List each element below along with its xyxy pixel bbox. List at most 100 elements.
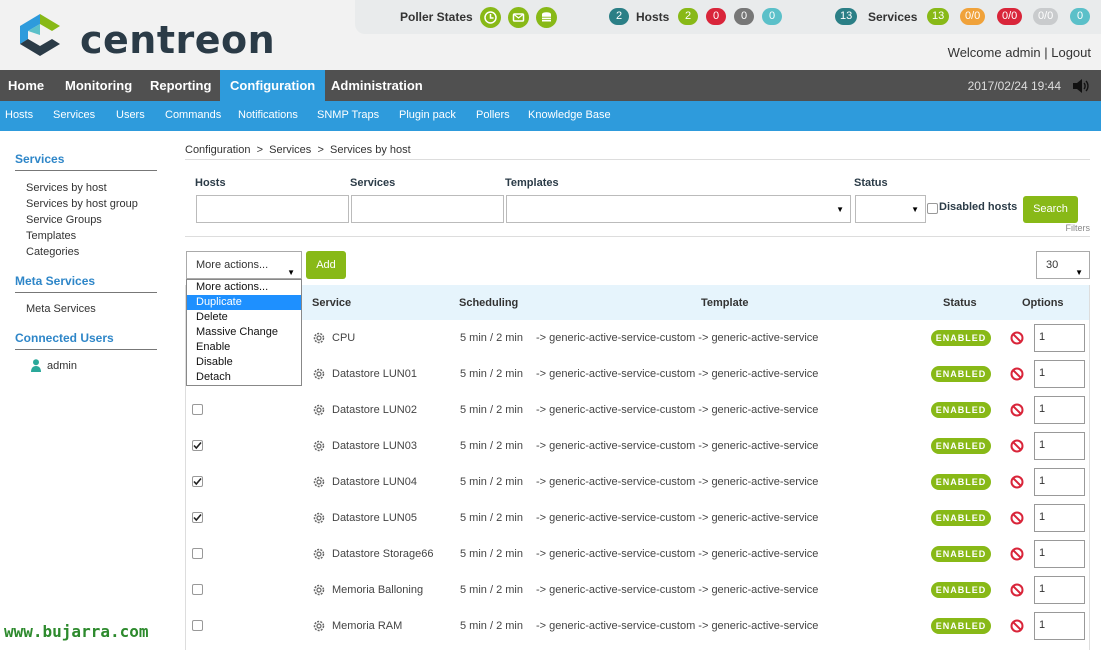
poller-database-icon[interactable] [536, 7, 557, 28]
action-option-disable[interactable]: Disable [187, 355, 301, 370]
menu-monitoring[interactable]: Monitoring [55, 70, 142, 101]
hosts-up-badge[interactable]: 2 [678, 8, 698, 25]
row-checkbox-checked[interactable] [192, 512, 203, 523]
table-row[interactable]: Memoria Balloning 5 min / 2 min -> gener… [186, 572, 1089, 608]
table-row[interactable]: Datastore LUN02 5 min / 2 min -> generic… [186, 392, 1089, 428]
disable-icon[interactable] [1010, 367, 1024, 381]
hosts-down-badge[interactable]: 0 [706, 8, 726, 25]
services-total-badge[interactable]: 13 [835, 8, 858, 25]
duplicate-count-input[interactable]: 1 [1034, 396, 1085, 424]
sidebar-item-service-groups[interactable]: Service Groups [15, 212, 157, 228]
service-name[interactable]: CPU [332, 332, 355, 344]
duplicate-count-input[interactable]: 1 [1034, 576, 1085, 604]
disable-icon[interactable] [1010, 331, 1024, 345]
row-checkbox[interactable] [192, 620, 203, 631]
service-name[interactable]: Datastore LUN03 [332, 440, 417, 452]
table-row[interactable]: Datastore LUN04 5 min / 2 min -> generic… [186, 464, 1089, 500]
poller-clock-icon[interactable] [480, 7, 501, 28]
service-name[interactable]: Datastore LUN04 [332, 476, 417, 488]
service-name[interactable]: Datastore LUN05 [332, 512, 417, 524]
service-name[interactable]: Datastore LUN02 [332, 404, 417, 416]
gear-icon[interactable] [312, 619, 326, 633]
sound-icon[interactable] [1072, 78, 1090, 94]
duplicate-count-input[interactable]: 1 [1034, 468, 1085, 496]
table-row[interactable]: Datastore Storage66 5 min / 2 min -> gen… [186, 536, 1089, 572]
submenu-knowledge-base[interactable]: Knowledge Base [528, 109, 611, 121]
add-button[interactable]: Add [306, 251, 346, 279]
table-row[interactable]: Datastore LUN01 5 min / 2 min -> generic… [186, 356, 1089, 392]
service-name[interactable]: Datastore LUN01 [332, 368, 417, 380]
sidebar-item-templates[interactable]: Templates [15, 228, 157, 244]
duplicate-count-input[interactable]: 1 [1034, 432, 1085, 460]
row-checkbox[interactable] [192, 404, 203, 415]
hosts-total-badge[interactable]: 2 [609, 8, 629, 25]
page-size-select[interactable]: 30 ▼ [1036, 251, 1090, 279]
row-checkbox-checked[interactable] [192, 476, 203, 487]
disable-icon[interactable] [1010, 439, 1024, 453]
duplicate-count-input[interactable]: 1 [1034, 504, 1085, 532]
hosts-unreachable-badge[interactable]: 0 [734, 8, 754, 25]
submenu-snmp-traps[interactable]: SNMP Traps [317, 109, 379, 121]
services-unknown-badge[interactable]: 0/0 [1033, 8, 1059, 25]
menu-home[interactable]: Home [0, 70, 54, 101]
disable-icon[interactable] [1010, 547, 1024, 561]
more-actions-select[interactable]: More actions... ▼ [186, 251, 302, 279]
sidebar-item-meta-services[interactable]: Meta Services [15, 301, 157, 317]
gear-icon[interactable] [312, 367, 326, 381]
submenu-commands[interactable]: Commands [165, 109, 221, 121]
logout-link[interactable]: Logout [1051, 45, 1091, 60]
submenu-plugin-pack[interactable]: Plugin pack [399, 109, 456, 121]
column-header-service[interactable]: Service [312, 297, 351, 309]
row-checkbox[interactable] [192, 584, 203, 595]
sidebar-item-categories[interactable]: Categories [15, 244, 157, 260]
gear-icon[interactable] [312, 439, 326, 453]
action-option-detach[interactable]: Detach [187, 370, 301, 385]
service-name[interactable]: Memoria Balloning [332, 584, 423, 596]
gear-icon[interactable] [312, 583, 326, 597]
disable-icon[interactable] [1010, 403, 1024, 417]
submenu-notifications[interactable]: Notifications [238, 109, 298, 121]
menu-configuration[interactable]: Configuration [220, 70, 326, 101]
disable-icon[interactable] [1010, 619, 1024, 633]
centreon-logo[interactable]: centreon [16, 12, 276, 62]
gear-icon[interactable] [312, 475, 326, 489]
templates-filter-select[interactable]: ▼ [506, 195, 851, 223]
duplicate-count-input[interactable]: 1 [1034, 360, 1085, 388]
service-name[interactable]: Memoria RAM [332, 620, 402, 632]
action-option-duplicate[interactable]: Duplicate [187, 295, 301, 310]
table-row[interactable]: Memoria RAM 5 min / 2 min -> generic-act… [186, 608, 1089, 644]
sidebar-item-services-by-host-group[interactable]: Services by host group [15, 196, 157, 212]
sidebar-item-user-admin[interactable]: admin [15, 358, 157, 374]
submenu-hosts[interactable]: Hosts [5, 109, 33, 121]
action-option-massive-change[interactable]: Massive Change [187, 325, 301, 340]
duplicate-count-input[interactable]: 1 [1034, 540, 1085, 568]
services-filter-input[interactable] [351, 195, 504, 223]
table-row[interactable]: CPU 5 min / 2 min -> generic-active-serv… [186, 320, 1089, 356]
disable-icon[interactable] [1010, 511, 1024, 525]
disable-icon[interactable] [1010, 475, 1024, 489]
hosts-pending-badge[interactable]: 0 [762, 8, 782, 25]
gear-icon[interactable] [312, 331, 326, 345]
service-name[interactable]: Datastore Storage66 [332, 548, 434, 560]
gear-icon[interactable] [312, 403, 326, 417]
row-checkbox-checked[interactable] [192, 440, 203, 451]
menu-reporting[interactable]: Reporting [140, 70, 221, 101]
search-button[interactable]: Search [1023, 196, 1078, 223]
menu-administration[interactable]: Administration [321, 70, 433, 101]
submenu-users[interactable]: Users [116, 109, 145, 121]
services-warning-badge[interactable]: 0/0 [960, 8, 986, 25]
services-pending-badge[interactable]: 0 [1070, 8, 1090, 25]
row-checkbox[interactable] [192, 548, 203, 559]
status-filter-select[interactable]: ▼ [855, 195, 926, 223]
duplicate-count-input[interactable]: 1 [1034, 612, 1085, 640]
services-critical-badge[interactable]: 0/0 [997, 8, 1023, 25]
submenu-pollers[interactable]: Pollers [476, 109, 510, 121]
gear-icon[interactable] [312, 547, 326, 561]
submenu-services[interactable]: Services [53, 109, 95, 121]
poller-latency-icon[interactable] [508, 7, 529, 28]
breadcrumb-services-by-host[interactable]: Services by host [330, 144, 411, 156]
services-ok-badge[interactable]: 13 [927, 8, 950, 25]
action-option-delete[interactable]: Delete [187, 310, 301, 325]
table-row[interactable]: Datastore LUN05 5 min / 2 min -> generic… [186, 500, 1089, 536]
table-row[interactable]: Datastore LUN03 5 min / 2 min -> generic… [186, 428, 1089, 464]
